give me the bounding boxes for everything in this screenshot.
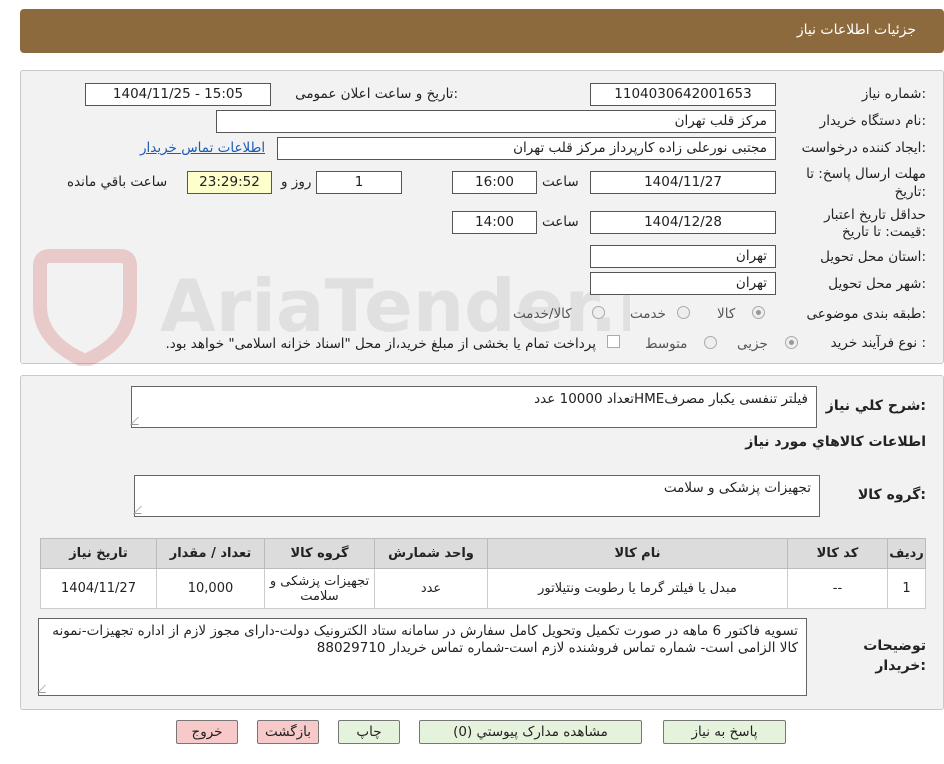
reply-button[interactable]: پاسخ به نياز	[663, 720, 786, 744]
announce-datetime-field: 1404/11/25 - 15:05	[85, 83, 271, 106]
validity-time-field: 14:00	[452, 211, 537, 234]
resize-grip-icon[interactable]	[133, 506, 149, 514]
validity-label-line2: قیمت: تا تاریخ:	[841, 224, 926, 240]
need-description-label: شرح کلي نياز:	[825, 398, 926, 414]
need-number-field: 1104030642001653	[590, 83, 776, 106]
need-description-text: فیلتر تنفسی یکبار مصرفHMEتعداد 10000 عدد	[534, 391, 808, 407]
category-option-goods: کالا	[717, 306, 736, 322]
page-header: جزئیات اطلاعات نیاز	[20, 9, 944, 53]
col-date: تاریخ نیاز	[40, 538, 157, 569]
col-code: کد کالا	[787, 538, 888, 569]
deadline-time-field: 16:00	[452, 171, 537, 194]
city-label: شهر محل تحویل:	[828, 276, 926, 292]
validity-date-field: 1404/12/28	[590, 211, 776, 234]
item-group-label: گروه کالا:	[857, 487, 926, 503]
deadline-label-line2: تاریخ:	[894, 184, 926, 200]
back-button[interactable]: بازگشت	[257, 720, 319, 744]
resize-grip-icon[interactable]	[37, 685, 53, 693]
days-label: روز و	[281, 174, 312, 190]
cell-name: مبدل یا فیلتر گرما یا رطوبت ونتیلاتور	[487, 568, 788, 609]
page-title: جزئیات اطلاعات نیاز	[796, 22, 916, 38]
buyer-notes-textarea[interactable]: تسویه فاکتور 6 ماهه در صورت تکمیل وتحویل…	[37, 618, 807, 696]
process-radio-medium[interactable]	[704, 336, 717, 349]
process-option-minor: جزیی	[737, 336, 768, 352]
process-type-label: نوع فرآیند خرید :	[830, 335, 926, 351]
category-option-service: خدمت	[630, 306, 666, 322]
buyer-org-field: مرکز قلب تهران	[216, 110, 776, 133]
exit-button[interactable]: خروج	[176, 720, 238, 744]
col-quantity: تعداد / مقدار	[156, 538, 265, 569]
items-table: رديف کد کالا نام کالا واحد شمارش گروه کا…	[40, 538, 926, 609]
cell-row: 1	[887, 568, 926, 609]
remaining-days-field: 1	[316, 171, 402, 194]
category-radio-service[interactable]	[677, 306, 690, 319]
requester-field: مجتبی نورعلی زاده کارپرداز مرکز قلب تهرا…	[277, 137, 776, 160]
city-field: تهران	[590, 272, 776, 295]
category-radio-goods-service[interactable]	[592, 306, 605, 319]
view-attachments-button[interactable]: مشاهده مدارک پیوستي (0)	[419, 720, 642, 744]
col-row: رديف	[887, 538, 926, 569]
items-section-title: اطلاعات کالاهاي مورد نياز	[745, 434, 926, 450]
province-label: استان محل تحویل:	[820, 249, 926, 265]
cell-date: 1404/11/27	[40, 568, 157, 609]
cell-group: تجهیزات پزشکی و سلامت	[264, 568, 375, 609]
need-description-textarea[interactable]: فیلتر تنفسی یکبار مصرفHMEتعداد 10000 عدد	[130, 386, 817, 428]
province-field: تهران	[590, 245, 776, 268]
treasury-payment-checkbox[interactable]	[607, 335, 620, 348]
announce-datetime-label: تاریخ و ساعت اعلان عمومی:	[295, 86, 458, 102]
buyer-notes-text: تسویه فاکتور 6 ماهه در صورت تکمیل وتحویل…	[52, 623, 798, 656]
treasury-payment-note: پرداخت تمام یا بخشی از مبلغ خرید،از محل …	[165, 336, 596, 352]
deadline-date-field: 1404/11/27	[590, 171, 776, 194]
buyer-notes-label-line1: توضیحات	[863, 638, 926, 654]
validity-label-line1: حداقل تاریخ اعتبار	[824, 207, 926, 223]
remaining-label: ساعت باقي مانده	[67, 174, 168, 190]
buyer-contact-link[interactable]: اطلاعات تماس خریدار	[140, 140, 265, 156]
requester-label: ایجاد کننده درخواست:	[801, 140, 926, 156]
col-unit: واحد شمارش	[374, 538, 488, 569]
validity-time-label: ساعت	[542, 214, 579, 230]
remaining-time-field: 23:29:52	[187, 171, 272, 194]
cell-code: --	[787, 568, 888, 609]
category-option-goods-service: کالا/خدمت	[513, 306, 572, 322]
buyer-org-label: نام دستگاه خریدار:	[819, 113, 926, 129]
table-row: 1 -- مبدل یا فیلتر گرما یا رطوبت ونتیلات…	[40, 568, 926, 609]
process-option-medium: متوسط	[645, 336, 688, 352]
deadline-time-label: ساعت	[542, 174, 579, 190]
print-button[interactable]: چاپ	[338, 720, 400, 744]
item-group-textarea[interactable]: تجهیزات پزشکی و سلامت	[133, 475, 820, 517]
deadline-label-line1: مهلت ارسال پاسخ: تا	[806, 166, 926, 182]
resize-grip-icon[interactable]	[130, 417, 146, 425]
items-table-header: رديف کد کالا نام کالا واحد شمارش گروه کا…	[40, 538, 926, 569]
cell-unit: عدد	[374, 568, 488, 609]
process-radio-minor[interactable]	[785, 336, 798, 349]
buyer-notes-label-line2: خریدار:	[875, 658, 926, 674]
cell-quantity: 10,000	[156, 568, 265, 609]
category-label: طبقه بندی موضوعی:	[806, 306, 926, 322]
category-radio-goods[interactable]	[752, 306, 765, 319]
col-group: گروه کالا	[264, 538, 375, 569]
need-number-label: شماره نیاز:	[861, 86, 926, 102]
col-name: نام کالا	[487, 538, 788, 569]
item-group-text: تجهیزات پزشکی و سلامت	[663, 480, 811, 496]
